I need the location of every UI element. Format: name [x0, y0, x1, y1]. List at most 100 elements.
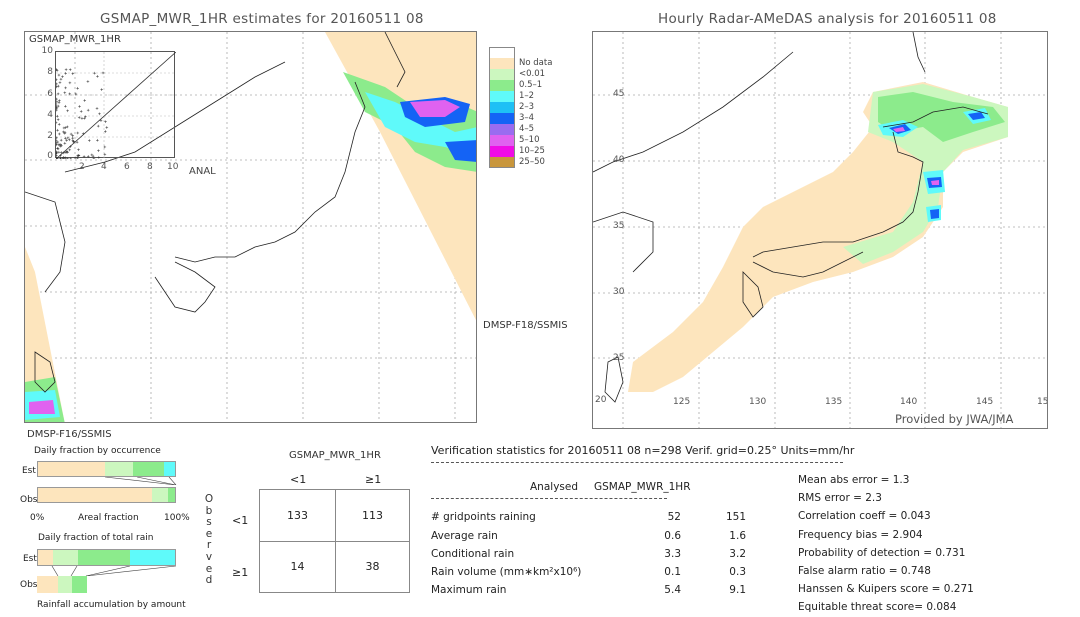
scatter-ylabel: GSMAP_MWR_1HR: [29, 34, 121, 45]
scatter-point: [56, 97, 58, 101]
legend-item: 2–3: [489, 102, 559, 113]
scatter-point: [56, 85, 58, 88]
scatter-point: [86, 108, 90, 112]
right-map-canvas: [593, 32, 1047, 428]
legend-swatch: [489, 113, 515, 124]
scatter-point: [56, 106, 58, 110]
total-est-label: Est: [23, 554, 37, 564]
scatter-point: [61, 130, 65, 134]
scatter-point: [98, 112, 101, 116]
scatter-point: [81, 132, 85, 135]
scatter-point: [57, 73, 61, 77]
scatter-point: [59, 138, 63, 142]
observed-vertical-label: O b s e r v e d: [204, 493, 214, 587]
scatter-point: [83, 99, 87, 102]
scatter-point: [58, 81, 62, 84]
scatter-point: [57, 150, 61, 154]
lon-label: 140: [900, 397, 918, 407]
scatter-point: [77, 116, 81, 119]
bar-segment: [37, 576, 58, 593]
scatter-y-tick: 0: [47, 151, 53, 161]
scatter-canvas: [56, 52, 176, 159]
bar-segment: [151, 488, 169, 502]
scatter-point: [65, 139, 68, 142]
legend-swatch: [489, 69, 515, 80]
scatter-point: [63, 91, 67, 95]
scatter-point: [56, 140, 60, 144]
scatter-point: [103, 145, 107, 149]
score-item: RMS error = 2.3: [798, 492, 882, 505]
legend-swatch: [489, 80, 515, 91]
bar-segment: [129, 550, 175, 565]
occurrence-est-bar: [37, 461, 176, 477]
scatter-point: [76, 86, 79, 90]
contingency-row-header: <1: [232, 514, 249, 527]
contingency-table: 133 113 14 38: [259, 489, 410, 593]
scatter-y-tick: 4: [47, 110, 53, 120]
legend-swatch: [489, 135, 515, 146]
scatter-x-tick: 10: [167, 162, 179, 172]
occurrence-est-label: Est: [22, 466, 36, 476]
score-item: Frequency bias = 2.904: [798, 528, 923, 541]
scatter-point: [68, 68, 72, 71]
scatter-point: [56, 121, 58, 124]
axis-right-label: 100%: [164, 513, 190, 523]
bar-segment: [38, 550, 54, 565]
bar-segment: [71, 576, 88, 593]
legend-swatch: [489, 91, 515, 102]
scores-list: Mean abs error = 1.3 RMS error = 2.3 Cor…: [798, 471, 974, 617]
scatter-point: [64, 137, 67, 140]
stats-row: Conditional rain 3.3 3.2: [431, 548, 746, 560]
scatter-x-tick: 4: [101, 162, 107, 172]
scatter-point: [56, 128, 59, 132]
legend-swatch: [489, 102, 515, 113]
total-obs-bar: [37, 576, 176, 593]
scatter-point: [79, 110, 83, 113]
scatter-point: [66, 157, 69, 159]
lat-label: 20: [595, 395, 607, 405]
scatter-point: [56, 114, 59, 118]
stats-row: Rain volume (mm∗km²x10⁶) 0.1 0.3: [431, 566, 746, 578]
scatter-plot: [55, 51, 176, 159]
scatter-point: [96, 124, 100, 128]
scatter-point: [96, 75, 99, 78]
lat-label: 40: [613, 155, 625, 165]
scatter-point: [64, 72, 68, 75]
bar-segment: [53, 550, 78, 565]
total-est-bar: [37, 549, 176, 566]
scatter-point: [69, 157, 73, 159]
scatter-point: [69, 132, 73, 136]
scatter-point: [63, 141, 67, 145]
total-obs-label: Obs: [20, 580, 38, 590]
score-item: Hanssen & Kuipers score = 0.271: [798, 583, 974, 596]
lat-label: 30: [613, 287, 625, 297]
data-credit: Provided by JWA/JMA: [895, 412, 1014, 426]
bar-segment: [57, 576, 72, 593]
rain-area-f16-magenta: [29, 400, 55, 414]
scatter-point: [78, 105, 81, 108]
legend-swatch: [489, 157, 515, 168]
scatter-point: [96, 138, 99, 142]
scatter-point: [92, 157, 96, 159]
bar-segment: [132, 462, 165, 476]
contingency-cell: 133: [287, 509, 308, 522]
contingency-row-header: ≥1: [232, 566, 249, 579]
legend-item: 10–25: [489, 146, 559, 157]
scatter-y-tick: 6: [47, 89, 53, 99]
scatter-point: [59, 77, 63, 81]
scatter-point: [97, 156, 101, 159]
scatter-point: [56, 141, 58, 144]
left-map: GSMAP_MWR_1HR 10 8 6 4 2 0 2 4 6 8 10 AN…: [24, 31, 477, 423]
scatter-point: [57, 143, 61, 147]
total-rain-title: Daily fraction of total rain: [38, 533, 154, 543]
occurrence-obs-bar: [37, 487, 176, 503]
satellite-label-f16: DMSP-F16/SSMIS: [27, 429, 112, 440]
scatter-point: [56, 108, 58, 112]
occurrence-connector: [104, 477, 177, 485]
lon-label: 135: [825, 397, 843, 407]
stats-row: Maximum rain 5.4 9.1: [431, 584, 746, 596]
satellite-label-f18: DMSP-F18/SSMIS: [483, 320, 568, 331]
legend-item: 25–50: [489, 157, 559, 168]
lon-label: 125: [673, 397, 691, 407]
scatter-y-tick: 8: [47, 67, 53, 77]
